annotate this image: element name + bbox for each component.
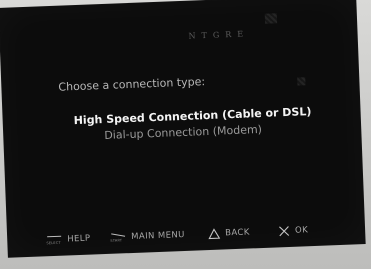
screen-glare-mark	[297, 77, 306, 86]
screen-glare-mark	[264, 13, 278, 24]
start-button-icon: START	[110, 230, 129, 245]
main-menu-label: MAIN MENU	[131, 229, 185, 243]
connection-type-prompt: Choose a connection type:	[58, 75, 206, 94]
help-control[interactable]: SELECT HELP	[46, 228, 91, 252]
back-control[interactable]: BACK	[208, 221, 250, 245]
select-button-label: SELECT	[46, 240, 61, 246]
tv-screen: NTGRE Choose a connection type: High Spe…	[0, 0, 365, 257]
start-button-label: START	[110, 238, 123, 243]
brand-watermark: NTGRE	[188, 29, 250, 41]
back-label: BACK	[224, 227, 250, 239]
cross-icon	[279, 226, 290, 237]
triangle-icon	[208, 228, 221, 240]
option-dial-up-connection[interactable]: Dial-up Connection (Modem)	[104, 123, 262, 142]
option-high-speed-connection[interactable]: High Speed Connection (Cable or DSL)	[73, 105, 311, 127]
select-button-icon: SELECT	[46, 233, 65, 248]
ok-control[interactable]: OK	[278, 219, 309, 242]
main-menu-control[interactable]: START MAIN MENU	[110, 224, 185, 249]
ok-label: OK	[294, 225, 309, 236]
help-label: HELP	[67, 233, 91, 245]
